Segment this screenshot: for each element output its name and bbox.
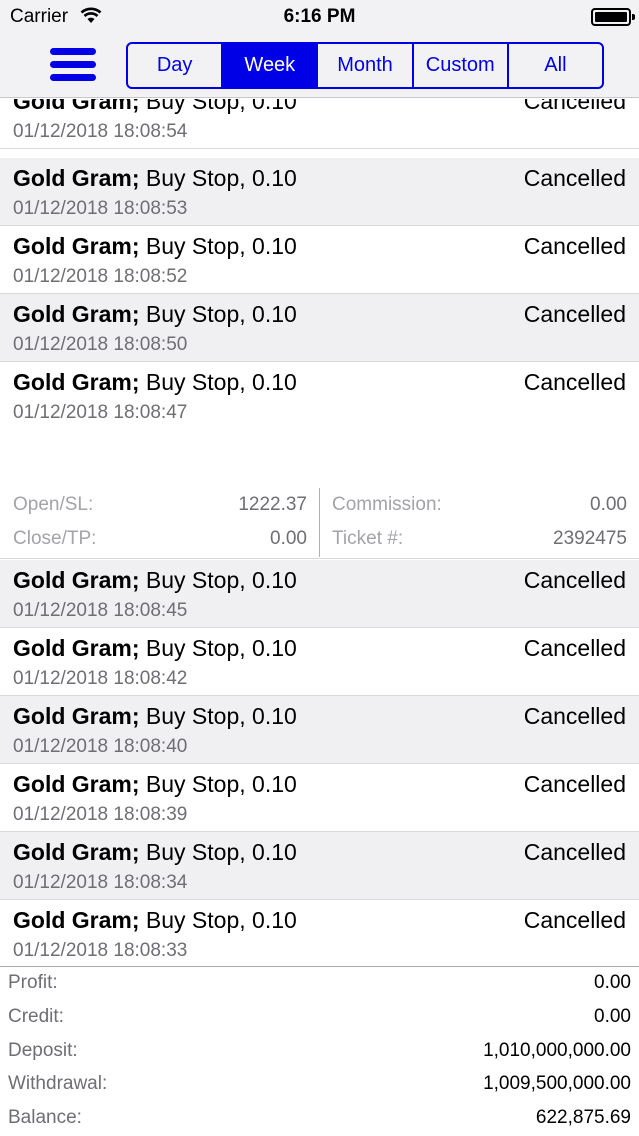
balance-label: Balance: bbox=[8, 1107, 82, 1128]
order-status: Cancelled bbox=[523, 165, 626, 191]
nav-bar: Day Week Month Custom All bbox=[0, 34, 639, 98]
summary-row-balance: Balance: 622,875.69 bbox=[0, 1102, 639, 1136]
list-item[interactable]: Gold Gram; Buy Stop, 0.10 Cancelled 01/1… bbox=[0, 900, 639, 966]
list-item[interactable]: Gold Gram; Buy Stop, 0.10 Cancelled 01/1… bbox=[0, 832, 639, 900]
expanded-list-item[interactable]: Gold Gram; Buy Stop, 0.10 Cancelled 01/1… bbox=[0, 362, 639, 559]
period-segmented-control: Day Week Month Custom All bbox=[126, 42, 604, 89]
close-tp-label: Close/TP: bbox=[13, 528, 97, 549]
hamburger-menu-icon[interactable] bbox=[50, 46, 96, 82]
order-description: Buy Stop, 0.10 bbox=[139, 635, 297, 661]
order-symbol: Gold Gram; bbox=[13, 165, 140, 191]
order-description: Buy Stop, 0.10 bbox=[139, 907, 297, 933]
order-status: Cancelled bbox=[523, 771, 626, 797]
order-description: Buy Stop, 0.10 bbox=[139, 165, 297, 191]
order-symbol: Gold Gram; bbox=[13, 233, 140, 259]
order-symbol: Gold Gram; bbox=[13, 771, 140, 797]
order-symbol: Gold Gram; bbox=[13, 635, 140, 661]
segment-month[interactable]: Month bbox=[318, 44, 414, 87]
open-sl-label: Open/SL: bbox=[13, 494, 94, 515]
list-item[interactable]: Gold Gram; Buy Stop, 0.10 Cancelled 01/1… bbox=[0, 226, 639, 294]
order-time: 01/12/2018 18:08:52 bbox=[13, 266, 188, 287]
list-item[interactable]: Gold Gram; Buy Stop, 0.10 Cancelled 01/1… bbox=[0, 99, 639, 149]
credit-value: 0.00 bbox=[594, 1006, 631, 1027]
summary-row-credit: Credit: 0.00 bbox=[0, 1001, 639, 1035]
profit-value: 0.00 bbox=[594, 972, 631, 993]
order-time: 01/12/2018 18:08:42 bbox=[13, 668, 188, 689]
order-symbol: Gold Gram; bbox=[13, 907, 140, 933]
order-status: Cancelled bbox=[523, 233, 626, 259]
profit-label: Profit: bbox=[8, 972, 58, 993]
deposit-value: 1,010,000,000.00 bbox=[483, 1040, 631, 1061]
segment-all[interactable]: All bbox=[509, 44, 602, 87]
list-item[interactable]: Gold Gram; Buy Stop, 0.10 Cancelled 01/1… bbox=[0, 294, 639, 362]
order-time: 01/12/2018 18:08:33 bbox=[13, 940, 188, 961]
order-time: 01/12/2018 18:08:34 bbox=[13, 872, 188, 893]
summary-row-profit: Profit: 0.00 bbox=[0, 967, 639, 1001]
order-status: Cancelled bbox=[523, 301, 626, 327]
ticket-label: Ticket #: bbox=[332, 528, 404, 549]
order-description: Buy Stop, 0.10 bbox=[139, 771, 297, 797]
order-description: Buy Stop, 0.10 bbox=[139, 99, 297, 114]
order-symbol: Gold Gram; bbox=[13, 703, 140, 729]
order-time: 01/12/2018 18:08:50 bbox=[13, 334, 188, 355]
order-symbol: Gold Gram; bbox=[13, 99, 140, 114]
detail-divider bbox=[319, 488, 320, 557]
order-time: 01/12/2018 18:08:39 bbox=[13, 804, 188, 825]
balance-value: 622,875.69 bbox=[535, 1107, 631, 1128]
withdrawal-label: Withdrawal: bbox=[8, 1073, 108, 1094]
order-status: Cancelled bbox=[523, 369, 626, 395]
order-description: Buy Stop, 0.10 bbox=[139, 567, 297, 593]
order-time: 01/12/2018 18:08:53 bbox=[13, 198, 188, 219]
order-status: Cancelled bbox=[523, 907, 626, 933]
order-status: Cancelled bbox=[523, 567, 626, 593]
status-time: 6:16 PM bbox=[283, 6, 356, 27]
order-time: 01/12/2018 18:08:47 bbox=[13, 402, 188, 423]
order-symbol: Gold Gram; bbox=[13, 369, 140, 395]
order-description: Buy Stop, 0.10 bbox=[139, 301, 297, 327]
order-status: Cancelled bbox=[523, 99, 626, 114]
withdrawal-value: 1,009,500,000.00 bbox=[483, 1073, 631, 1094]
list-item[interactable]: Gold Gram; Buy Stop, 0.10 Cancelled 01/1… bbox=[0, 696, 639, 764]
order-status: Cancelled bbox=[523, 703, 626, 729]
list-item[interactable]: Gold Gram; Buy Stop, 0.10 Cancelled 01/1… bbox=[0, 764, 639, 832]
segment-day[interactable]: Day bbox=[128, 44, 224, 87]
commission-label: Commission: bbox=[332, 494, 442, 515]
order-time: 01/12/2018 18:08:40 bbox=[13, 736, 188, 757]
order-description: Buy Stop, 0.10 bbox=[139, 369, 297, 395]
order-symbol: Gold Gram; bbox=[13, 301, 140, 327]
order-history-list[interactable]: Gold Gram; Buy Stop, 0.10 Cancelled 01/1… bbox=[0, 99, 639, 966]
open-sl-value: 1222.37 bbox=[238, 494, 307, 515]
order-description: Buy Stop, 0.10 bbox=[139, 703, 297, 729]
order-symbol: Gold Gram; bbox=[13, 567, 140, 593]
order-description: Buy Stop, 0.10 bbox=[139, 233, 297, 259]
commission-value: 0.00 bbox=[590, 494, 627, 515]
close-tp-value: 0.00 bbox=[270, 528, 307, 549]
status-bar: Carrier 6:16 PM bbox=[0, 0, 639, 34]
order-description: Buy Stop, 0.10 bbox=[139, 839, 297, 865]
credit-label: Credit: bbox=[8, 1006, 64, 1027]
segment-custom[interactable]: Custom bbox=[414, 44, 509, 87]
summary-row-deposit: Deposit: 1,010,000,000.00 bbox=[0, 1035, 639, 1069]
order-symbol: Gold Gram; bbox=[13, 839, 140, 865]
segment-week[interactable]: Week bbox=[223, 44, 319, 87]
order-status: Cancelled bbox=[523, 635, 626, 661]
order-time: 01/12/2018 18:08:54 bbox=[13, 121, 188, 142]
order-status: Cancelled bbox=[523, 839, 626, 865]
list-item[interactable]: Gold Gram; Buy Stop, 0.10 Cancelled 01/1… bbox=[0, 158, 639, 226]
list-item[interactable]: Gold Gram; Buy Stop, 0.10 Cancelled 01/1… bbox=[0, 628, 639, 696]
battery-icon bbox=[591, 8, 635, 26]
list-item[interactable]: Gold Gram; Buy Stop, 0.10 Cancelled 01/1… bbox=[0, 560, 639, 628]
account-summary: Profit: 0.00 Credit: 0.00 Deposit: 1,010… bbox=[0, 966, 639, 1136]
ticket-value: 2392475 bbox=[553, 528, 627, 549]
summary-row-withdrawal: Withdrawal: 1,009,500,000.00 bbox=[0, 1068, 639, 1102]
deposit-label: Deposit: bbox=[8, 1040, 78, 1061]
order-time: 01/12/2018 18:08:45 bbox=[13, 600, 188, 621]
